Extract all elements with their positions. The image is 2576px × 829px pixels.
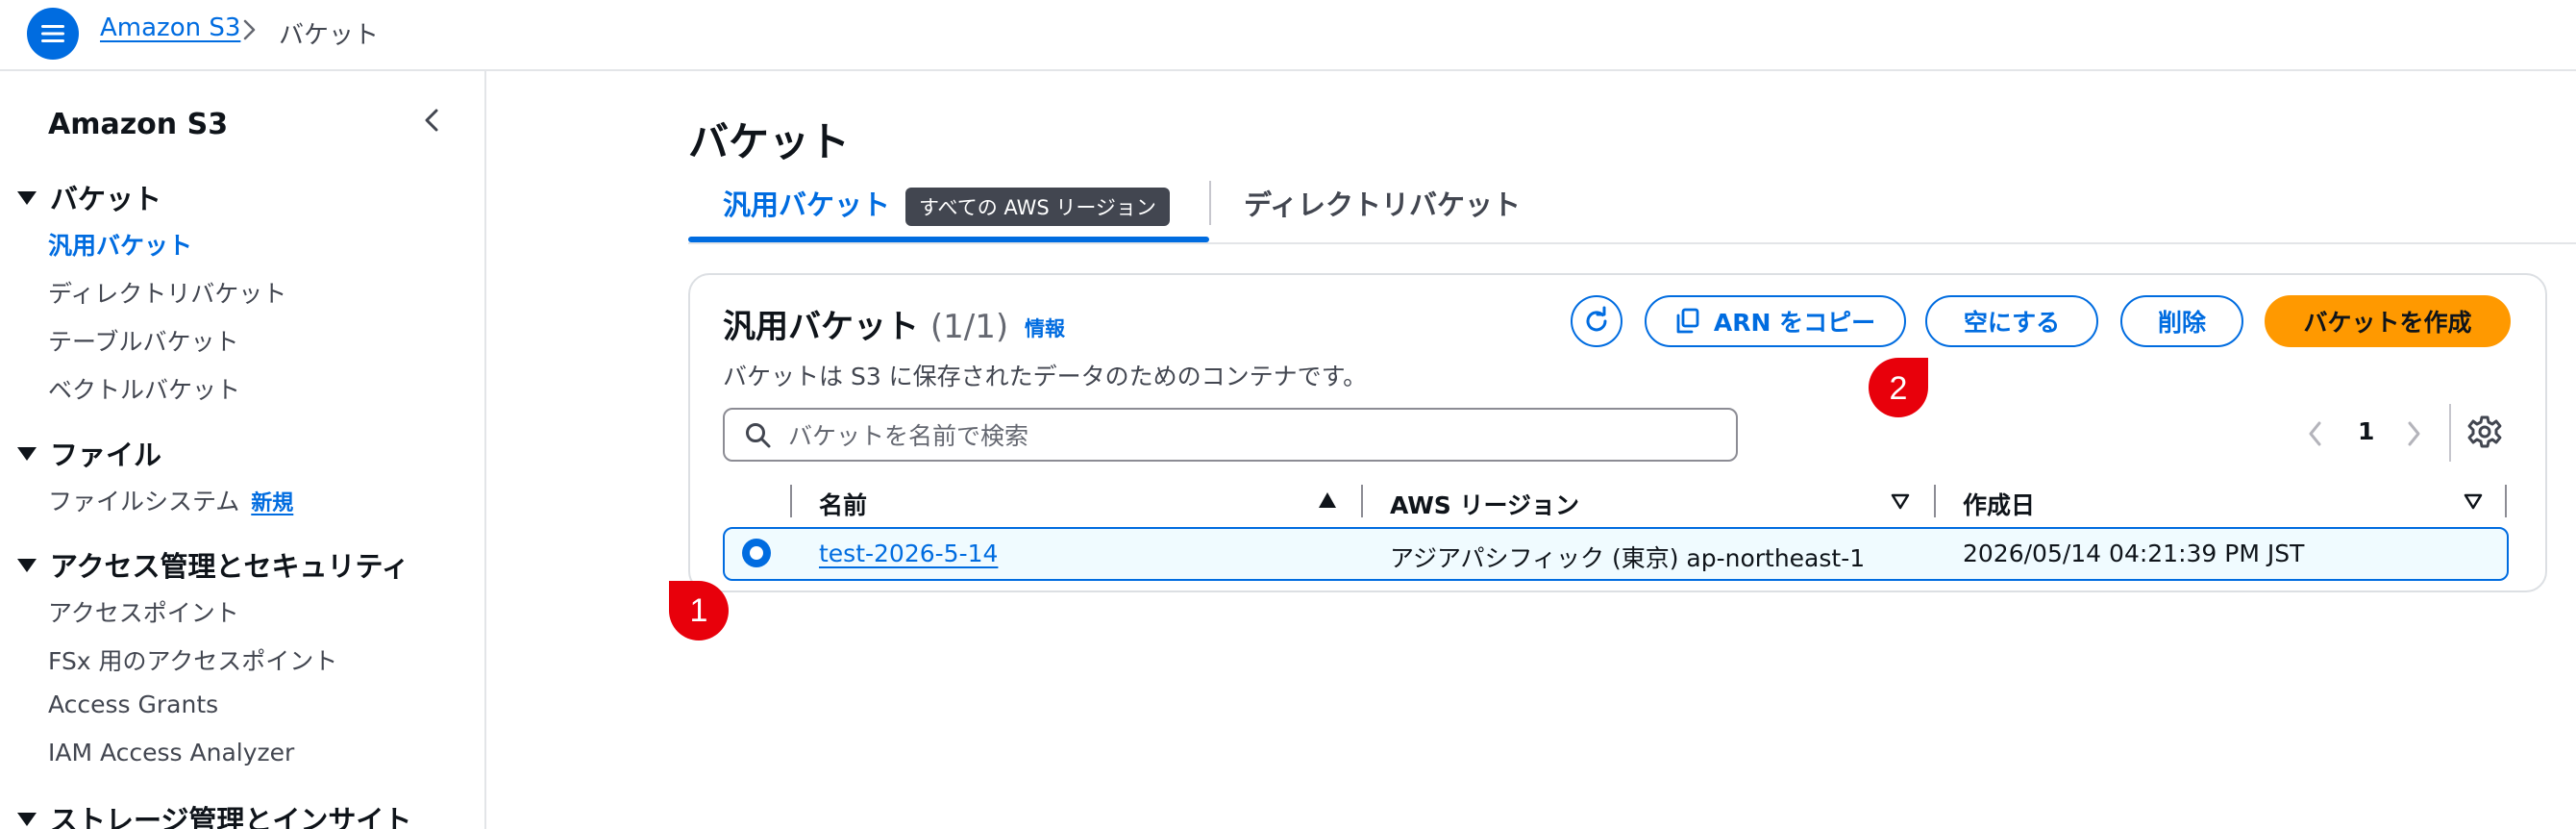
tabs-baseline bbox=[688, 242, 2576, 244]
copy-icon bbox=[1676, 308, 1699, 334]
sort-descending-icon[interactable] bbox=[2463, 492, 2484, 510]
sort-ascending-icon[interactable] bbox=[1319, 492, 1336, 508]
column-header-created[interactable]: 作成日 bbox=[1963, 487, 2035, 521]
chevron-right-icon[interactable] bbox=[2403, 419, 2424, 448]
hamburger-menu-icon bbox=[41, 25, 64, 42]
search-icon bbox=[746, 423, 771, 448]
breadcrumb-service-link[interactable]: Amazon S3 bbox=[100, 13, 240, 42]
gear-icon[interactable] bbox=[2466, 414, 2503, 450]
sidebar: Amazon S3 バケット 汎用バケット ディレクトリバケット テーブルバケッ… bbox=[0, 71, 486, 829]
sidebar-item-general-buckets[interactable]: 汎用バケット bbox=[48, 227, 192, 262]
sidebar-section-access-security[interactable]: アクセス管理とセキュリティ bbox=[17, 544, 409, 585]
create-bucket-button[interactable]: バケットを作成 bbox=[2265, 295, 2511, 347]
column-separator[interactable] bbox=[2505, 485, 2507, 517]
step-marker-1-label: 1 bbox=[690, 592, 708, 629]
column-separator[interactable] bbox=[790, 485, 792, 517]
copy-arn-button[interactable]: ARN をコピー bbox=[1645, 295, 1906, 347]
sidebar-section-storage-insights[interactable]: ストレージ管理とインサイト bbox=[17, 798, 411, 829]
tab-general-buckets[interactable]: 汎用バケット すべての AWS リージョン bbox=[688, 169, 1209, 242]
bucket-created-date: 2026/05/14 04:21:39 PM JST bbox=[1963, 540, 2305, 567]
bucket-count: (1/1) bbox=[929, 308, 1009, 346]
sidebar-item-access-grants[interactable]: Access Grants bbox=[48, 691, 218, 718]
all-regions-badge: すべての AWS リージョン bbox=[905, 188, 1170, 226]
tab-directory-buckets[interactable]: ディレクトリバケット bbox=[1244, 183, 1521, 223]
sort-descending-icon[interactable] bbox=[1890, 492, 1911, 510]
sidebar-section-files[interactable]: ファイル bbox=[17, 433, 161, 473]
page-title: バケット bbox=[688, 118, 851, 165]
breadcrumb-current: バケット bbox=[279, 21, 380, 50]
menu-button[interactable] bbox=[27, 8, 79, 60]
column-separator[interactable] bbox=[1361, 485, 1363, 517]
pager-divider bbox=[2449, 404, 2451, 462]
search-box[interactable] bbox=[723, 408, 1738, 462]
caret-down-icon bbox=[17, 447, 37, 461]
sidebar-item-vector-buckets[interactable]: ベクトルバケット bbox=[48, 371, 240, 406]
info-link[interactable]: 情報 bbox=[1025, 314, 1065, 342]
tab-divider bbox=[1209, 181, 1211, 225]
top-navigation-bar: Amazon S3 バケット bbox=[0, 0, 2576, 71]
caret-down-icon bbox=[17, 191, 37, 205]
refresh-button[interactable] bbox=[1571, 295, 1622, 347]
column-header-region[interactable]: AWS リージョン bbox=[1390, 487, 1579, 521]
step-marker-2: 2 bbox=[1869, 358, 1928, 417]
search-input[interactable] bbox=[786, 415, 1713, 456]
sidebar-title: Amazon S3 bbox=[48, 108, 229, 141]
sidebar-item-table-buckets[interactable]: テーブルバケット bbox=[48, 323, 239, 358]
chevron-right-icon bbox=[243, 19, 256, 40]
column-header-name[interactable]: 名前 bbox=[819, 487, 867, 521]
panel-description: バケットは S3 に保存されたデータのためのコンテナです。 bbox=[723, 363, 1368, 390]
sidebar-section-buckets[interactable]: バケット bbox=[17, 177, 161, 217]
row-radio-button[interactable] bbox=[742, 539, 771, 567]
new-badge[interactable]: 新規 bbox=[251, 491, 293, 515]
bucket-name-link[interactable]: test-2026-5-14 bbox=[819, 540, 998, 567]
sidebar-item-file-system[interactable]: ファイルシステム 新規 bbox=[48, 483, 293, 517]
sidebar-item-directory-buckets[interactable]: ディレクトリバケット bbox=[48, 275, 286, 310]
panel-title: 汎用バケット (1/1) bbox=[723, 308, 1009, 346]
sidebar-item-iam-access-analyzer[interactable]: IAM Access Analyzer bbox=[48, 739, 294, 766]
tab-label: 汎用バケット bbox=[723, 188, 891, 221]
bucket-region: アジアパシフィック (東京) ap-northeast-1 bbox=[1390, 544, 1866, 572]
column-separator[interactable] bbox=[1934, 485, 1936, 517]
page-number[interactable]: 1 bbox=[2358, 417, 2374, 445]
chevron-left-icon[interactable] bbox=[2305, 419, 2326, 448]
sidebar-item-fsx-access-points[interactable]: FSx 用のアクセスポイント bbox=[48, 642, 337, 677]
step-marker-2-label: 2 bbox=[1890, 370, 1908, 407]
chevron-left-icon[interactable] bbox=[419, 106, 444, 135]
step-marker-1: 1 bbox=[669, 581, 729, 641]
caret-down-icon bbox=[17, 559, 37, 572]
caret-down-icon bbox=[17, 813, 37, 826]
empty-bucket-button[interactable]: 空にする bbox=[1925, 295, 2098, 347]
delete-bucket-button[interactable]: 削除 bbox=[2120, 295, 2243, 347]
sidebar-item-access-points[interactable]: アクセスポイント bbox=[48, 594, 239, 629]
refresh-icon bbox=[1586, 306, 1607, 332]
